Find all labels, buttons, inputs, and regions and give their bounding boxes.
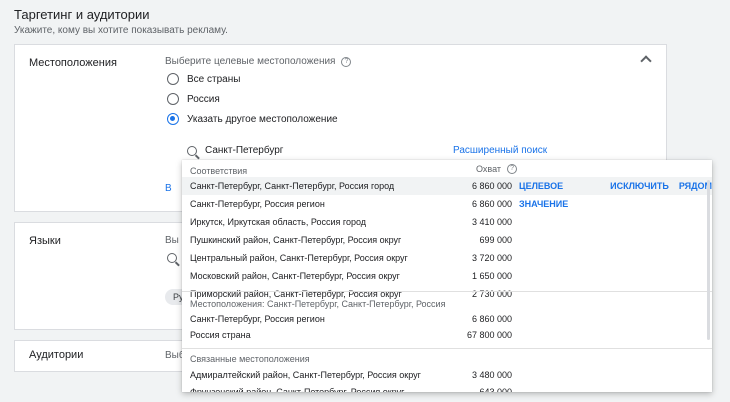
location-name: Адмиралтейский район, Санкт-Петербург, Р… [190, 370, 421, 380]
location-reach: 1 650 000 [471, 271, 512, 281]
locations-prompt-text: Выберите целевые местоположения [165, 56, 336, 67]
divider [182, 348, 712, 349]
help-icon[interactable]: ? [341, 56, 352, 67]
radio-button-selected[interactable] [167, 113, 179, 125]
search-icon [187, 145, 197, 156]
section-subtitle: Укажите, кому вы хотите показывать рекла… [14, 25, 228, 36]
suggestion-row[interactable]: Санкт-Петербург, Россия регион 6 860 000 [182, 195, 712, 213]
location-name: Россия страна [190, 330, 251, 340]
location-reach: 2 730 000 [471, 289, 512, 299]
radio-label: Россия [187, 93, 220, 105]
location-reach: 3 720 000 [471, 253, 512, 263]
chevron-up-icon[interactable] [640, 55, 652, 67]
locations-prompt: Выберите целевые местоположения ? [165, 56, 352, 67]
location-name: Фрунзенский район, Санкт-Петербург, Росс… [190, 387, 405, 392]
languages-prompt: Вы [165, 235, 179, 246]
location-reach: 3 410 000 [471, 217, 512, 227]
suggestion-row[interactable]: Санкт-Петербург, Санкт-Петербург, Россия… [182, 177, 712, 209]
scrollbar[interactable] [707, 180, 710, 340]
radio-button[interactable] [167, 73, 179, 85]
search-icon [167, 253, 177, 263]
reach-header: Охват ? [476, 164, 518, 174]
advanced-search-link[interactable]: Расширенный поиск [453, 145, 547, 156]
suggestion-row[interactable]: Россия страна 67 800 000 [182, 326, 712, 344]
radio-all-countries[interactable]: Все страны [167, 73, 240, 85]
radio-custom-location[interactable]: Указать другое местоположение [167, 113, 338, 125]
radio-russia[interactable]: Россия [167, 93, 220, 105]
containing-header: Местоположения: Санкт-Петербург, Санкт-П… [190, 299, 446, 309]
section-title: Таргетинг и аудитории [14, 7, 150, 22]
suggestion-row[interactable]: Московский район, Санкт-Петербург, Росси… [182, 267, 712, 285]
suggestion-row[interactable]: Центральный район, Санкт-Петербург, Росс… [182, 249, 712, 267]
suggestion-row[interactable]: Иркутск, Иркутская область, Россия город… [182, 213, 712, 231]
matches-header: Соответствия [190, 166, 248, 176]
location-search-input[interactable]: Санкт-Петербург [183, 140, 433, 162]
audiences-label: Аудитории [29, 349, 84, 361]
location-name: Пушкинский район, Санкт-Петербург, Росси… [190, 235, 402, 245]
related-header: Связанные местоположения [190, 354, 310, 364]
location-reach: 67 800 000 [466, 330, 512, 340]
reach-header-text: Охват [476, 164, 502, 174]
location-name: Санкт-Петербург, Санкт-Петербург, Россия… [190, 181, 395, 191]
suggestion-row[interactable]: Адмиралтейский район, Санкт-Петербург, Р… [182, 366, 712, 384]
location-name: Иркутск, Иркутская область, Россия город [190, 217, 367, 227]
location-suggestions-dropdown: Соответствия Охват ? Санкт-Петербург, Са… [182, 160, 712, 392]
location-name: Санкт-Петербург, Россия регион [190, 199, 325, 209]
help-icon[interactable]: ? [507, 164, 518, 174]
location-reach: 699 000 [479, 235, 512, 245]
suggestion-row[interactable]: Фрунзенский район, Санкт-Петербург, Росс… [182, 383, 712, 392]
location-reach: 6 860 000 [471, 199, 512, 209]
languages-label: Языки [29, 235, 61, 247]
suggestion-row[interactable]: Пушкинский район, Санкт-Петербург, Росси… [182, 231, 712, 249]
location-reach: 6 860 000 [471, 181, 512, 191]
radio-label: Указать другое местоположение [187, 113, 338, 125]
radio-label: Все страны [187, 73, 241, 85]
locations-label: Местоположения [29, 57, 117, 69]
location-name: Московский район, Санкт-Петербург, Росси… [190, 271, 400, 281]
more-settings-toggle[interactable]: В [165, 183, 172, 194]
search-value[interactable]: Санкт-Петербург [205, 145, 283, 156]
location-reach: 643 000 [479, 387, 512, 392]
divider [182, 291, 712, 292]
location-name: Центральный район, Санкт-Петербург, Росс… [190, 253, 408, 263]
radio-button[interactable] [167, 93, 179, 105]
location-reach: 3 480 000 [471, 370, 512, 380]
